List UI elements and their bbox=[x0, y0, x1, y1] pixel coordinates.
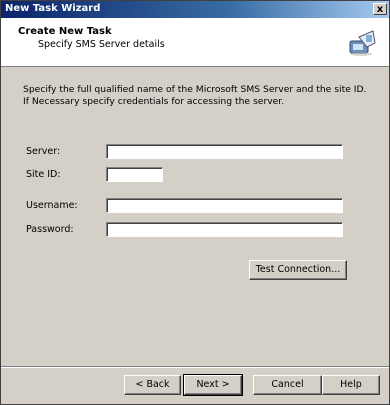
password-label: Password: bbox=[26, 224, 74, 235]
username-input[interactable] bbox=[106, 198, 343, 213]
page-subtitle: Specify SMS Server details bbox=[38, 39, 165, 50]
page-title: Create New Task bbox=[18, 26, 112, 37]
site-id-label: Site ID: bbox=[26, 169, 61, 180]
title-bar[interactable]: New Task Wizard x bbox=[1, 1, 389, 18]
back-button[interactable]: < Back bbox=[124, 375, 181, 395]
close-icon: x bbox=[376, 4, 384, 15]
wizard-header: Create New Task Specify SMS Server detai… bbox=[1, 18, 389, 67]
wizard-content: Specify the full qualified name of the M… bbox=[1, 67, 389, 367]
help-button[interactable]: Help bbox=[322, 375, 380, 395]
instructions-text: Specify the full qualified name of the M… bbox=[23, 84, 367, 107]
site-id-input[interactable] bbox=[106, 167, 163, 182]
computer-wizard-icon bbox=[349, 30, 376, 56]
cancel-button[interactable]: Cancel bbox=[253, 375, 322, 395]
close-button[interactable]: x bbox=[373, 3, 387, 15]
username-label: Username: bbox=[26, 200, 78, 211]
test-connection-button[interactable]: Test Connection... bbox=[249, 260, 347, 280]
password-input[interactable] bbox=[106, 222, 343, 237]
footer-divider bbox=[1, 366, 389, 368]
window-title: New Task Wizard bbox=[5, 3, 101, 14]
next-button[interactable]: Next > bbox=[183, 374, 243, 396]
server-input[interactable] bbox=[106, 144, 343, 159]
server-label: Server: bbox=[26, 146, 61, 157]
wizard-window: New Task Wizard x Create New Task Specif… bbox=[0, 0, 390, 405]
